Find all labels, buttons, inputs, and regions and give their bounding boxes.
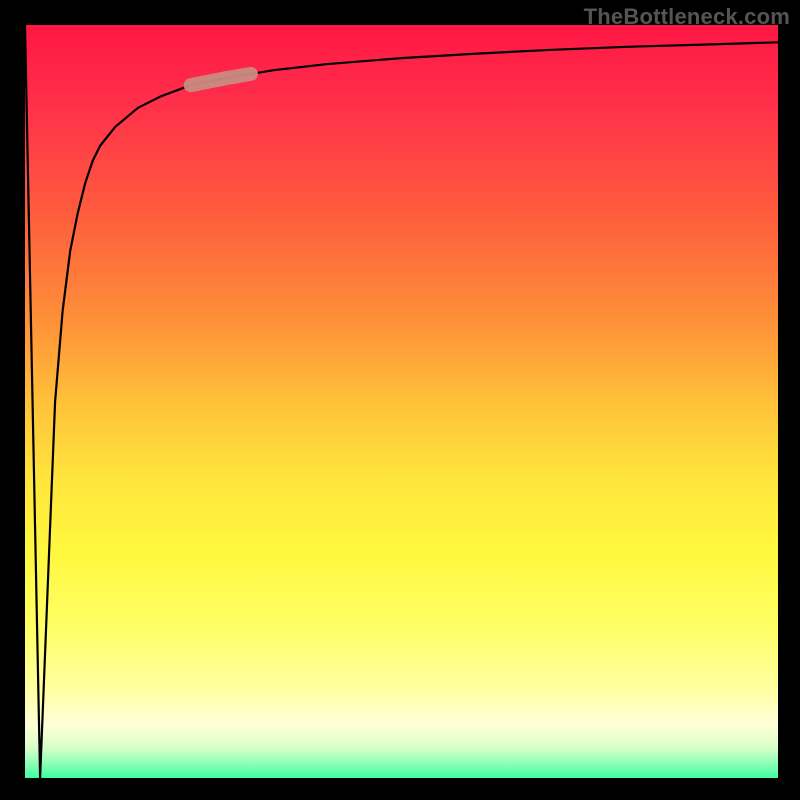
watermark-text: TheBottleneck.com	[584, 4, 790, 30]
chart-container: TheBottleneck.com	[0, 0, 800, 800]
curve-highlight	[191, 74, 251, 85]
bottleneck-curve	[25, 25, 778, 778]
curve-layer	[25, 25, 778, 778]
